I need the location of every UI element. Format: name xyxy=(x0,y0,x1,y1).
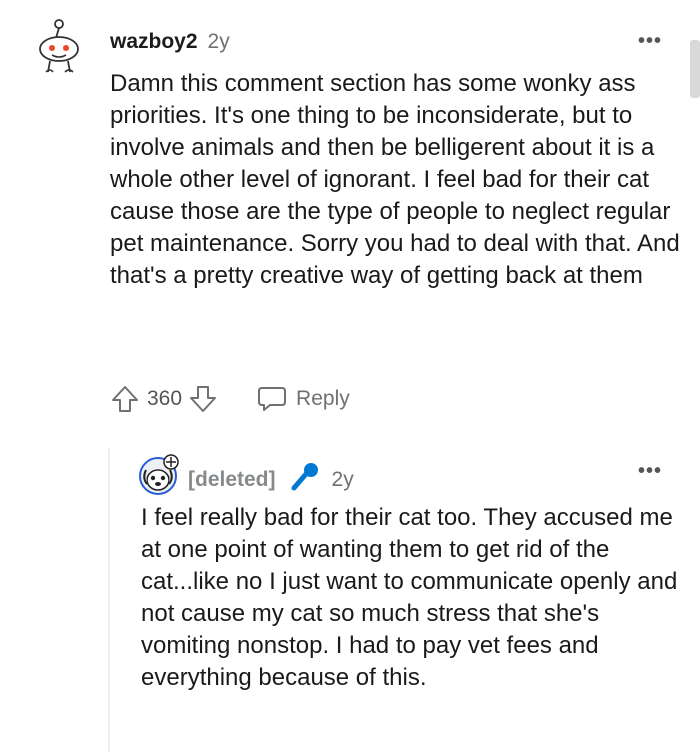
scrollbar[interactable] xyxy=(690,40,700,98)
more-options-button[interactable]: ••• xyxy=(638,30,662,53)
more-options-button[interactable]: ••• xyxy=(638,460,662,483)
username[interactable]: wazboy2 xyxy=(110,30,198,54)
downvote-button[interactable] xyxy=(188,384,218,414)
dog-snoo-avatar-icon[interactable] xyxy=(138,452,182,496)
reply-label: Reply xyxy=(296,387,350,410)
upvote-arrow-icon xyxy=(112,386,138,412)
downvote-arrow-icon xyxy=(190,386,217,412)
microphone-icon xyxy=(288,460,322,500)
comment-meta: [deleted] 2y xyxy=(188,460,354,500)
comment-meta: wazboy2 2y xyxy=(110,30,230,54)
vote-score: 360 xyxy=(147,387,183,410)
thread-line[interactable] xyxy=(108,448,110,752)
username: [deleted] xyxy=(188,468,276,491)
reply-button[interactable]: Reply xyxy=(256,385,350,413)
comment-age: 2y xyxy=(207,30,230,53)
reddit-snoo-avatar-icon[interactable] xyxy=(36,18,82,74)
comment-age: 2y xyxy=(331,468,354,491)
speech-bubble-icon xyxy=(258,387,287,411)
comment-actions: 360 Reply xyxy=(110,384,350,414)
upvote-button[interactable] xyxy=(110,384,140,414)
comment-body: I feel really bad for their cat too. The… xyxy=(141,504,678,691)
comment-body: Damn this comment section has some wonky… xyxy=(110,70,680,289)
